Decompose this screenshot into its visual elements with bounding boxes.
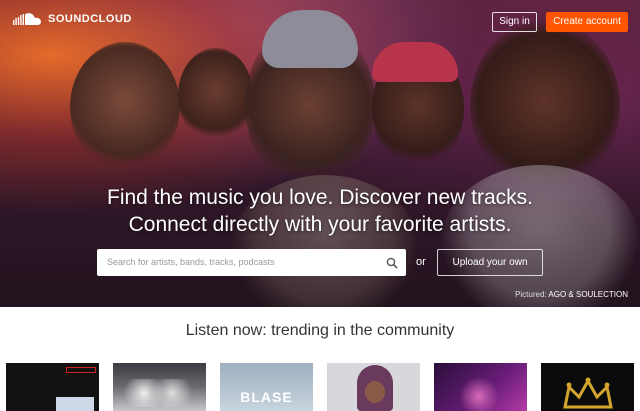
search-input[interactable]: Search for artists, bands, tracks, podca… — [107, 249, 275, 276]
trending-tile[interactable] — [541, 363, 634, 411]
hero-headline-line-1: Find the music you love. Discover new tr… — [107, 186, 533, 209]
photo-credit-names[interactable]: AGO & SOULECTION — [548, 290, 628, 299]
photo-credit: Pictured: AGO & SOULECTION — [515, 290, 628, 299]
tile-artwork-shape — [454, 375, 504, 411]
hero-headline: Find the music you love. Discover new tr… — [0, 184, 640, 238]
trending-tile[interactable] — [327, 363, 420, 411]
trending-tiles: BLASE — [0, 363, 640, 411]
search-icon[interactable] — [386, 256, 398, 274]
trending-title: Listen now: trending in the community — [185, 322, 455, 339]
photo-credit-prefix: Pictured: — [515, 290, 547, 299]
tile-artwork-shape — [365, 381, 385, 403]
trending-tile[interactable] — [113, 363, 206, 411]
tile-text: BLASE — [240, 389, 293, 405]
brand-name: SOUNDCLOUD — [48, 13, 132, 25]
soundcloud-cloud-icon — [13, 12, 43, 26]
tile-artwork-shape — [56, 397, 94, 411]
trending-tile[interactable] — [434, 363, 527, 411]
tile-label-box — [66, 367, 96, 373]
trending-tile[interactable]: BLASE — [220, 363, 313, 411]
soundcloud-logo[interactable]: SOUNDCLOUD — [13, 12, 132, 26]
hero-banner: SOUNDCLOUD Sign in Create account Find t… — [0, 0, 640, 307]
sign-in-button[interactable]: Sign in — [492, 12, 537, 32]
create-account-button[interactable]: Create account — [546, 12, 628, 32]
top-bar: SOUNDCLOUD Sign in Create account — [0, 0, 640, 44]
tile-artwork-shape — [123, 379, 193, 407]
trending-tile[interactable] — [6, 363, 99, 411]
crown-icon — [563, 377, 613, 409]
or-label: or — [416, 256, 426, 268]
search-box[interactable]: Search for artists, bands, tracks, podca… — [97, 249, 406, 276]
upload-button[interactable]: Upload your own — [437, 249, 543, 276]
hero-headline-line-2: Connect directly with your favorite arti… — [128, 213, 512, 236]
